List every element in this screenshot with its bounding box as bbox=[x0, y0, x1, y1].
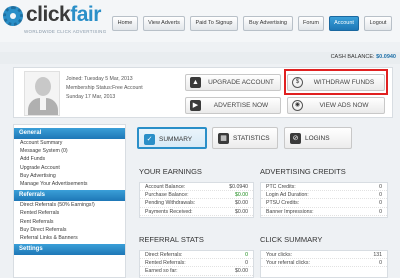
tab-logins[interactable]: ⊘ LOGINS bbox=[284, 127, 352, 149]
stat-row: PTSU Credits: 0 bbox=[261, 199, 387, 208]
earnings-box: Account Balance: $0.0940 Purchase Balance… bbox=[139, 182, 254, 218]
sidebar-item-account-summary[interactable]: Account Summary bbox=[14, 139, 125, 147]
nav-logout[interactable]: Logout bbox=[364, 16, 392, 31]
stat-row: Account Balance: $0.0940 bbox=[140, 183, 253, 192]
sidebar-section-general: General bbox=[14, 128, 125, 139]
click-summary-title: CLICK SUMMARY bbox=[260, 235, 323, 244]
gear-logo-icon bbox=[3, 6, 23, 26]
stat-row: PTC Credits: 0 bbox=[261, 183, 387, 192]
cash-balance: CASH BALANCE: $0.0940 bbox=[330, 54, 396, 60]
sidebar-item-buy-direct-referrals[interactable]: Buy Direct Referrals bbox=[14, 226, 125, 234]
current-date: Sunday 17 Mar, 2013 bbox=[66, 94, 116, 100]
withdraw-highlight-box bbox=[284, 69, 388, 95]
sidebar-item-upgrade-account[interactable]: Upgrade Account bbox=[14, 164, 125, 172]
stat-row: Payments Received: $0.00 bbox=[140, 208, 253, 216]
click-summary-box: Your clicks: 131 Your referral clicks: 0 bbox=[260, 250, 388, 278]
nav-account[interactable]: Account bbox=[329, 16, 359, 31]
credits-title: ADVERTISING CREDITS bbox=[260, 167, 346, 176]
stat-row: Your referral clicks: 0 bbox=[261, 259, 387, 268]
logins-icon: ⊘ bbox=[290, 133, 301, 144]
sidebar-section-referrals: Referrals bbox=[14, 190, 125, 202]
tab-summary[interactable]: ✓ SUMMARY bbox=[137, 127, 207, 149]
check-icon: ✓ bbox=[144, 134, 155, 145]
stat-row: Direct Referrals: 0 bbox=[140, 251, 253, 260]
statistics-icon: ▦ bbox=[218, 133, 229, 144]
stat-row: Rented Referrals: 0 bbox=[140, 259, 253, 268]
sidebar-item-referral-links[interactable]: Referral Links & Banners bbox=[14, 234, 125, 242]
header: clickfair WORLDWIDE CLICK ADVERTISING Ho… bbox=[0, 0, 400, 42]
sidebar-item-rented-referrals[interactable]: Rented Referrals bbox=[14, 209, 125, 217]
upgrade-account-button[interactable]: ▲ UPGRADE ACCOUNT bbox=[185, 74, 281, 91]
stat-row: Earned so far: $0.00 bbox=[140, 267, 253, 276]
balance-bar: CASH BALANCE: $0.0940 bbox=[0, 52, 400, 64]
cash-balance-value: $0.0940 bbox=[376, 54, 396, 60]
main-nav: Home View Adverts Paid To Signup Buy Adv… bbox=[112, 16, 397, 31]
profile-info: Joined: Tuesday 5 Mar, 2013 Membership S… bbox=[66, 75, 143, 102]
earnings-title: YOUR EARNINGS bbox=[139, 167, 202, 176]
credits-box: PTC Credits: 0 Login Ad Duration: 0 PTSU C… bbox=[260, 182, 388, 218]
view-ads-now-button[interactable]: ◉ VIEW ADS NOW bbox=[287, 97, 385, 114]
advertise-now-button[interactable]: ▶ ADVERTISE NOW bbox=[185, 97, 281, 114]
nav-home[interactable]: Home bbox=[112, 16, 138, 31]
sidebar-item-direct-referrals[interactable]: Direct Referrals (50% Earnings!) bbox=[14, 201, 125, 209]
joined-date: Joined: Tuesday 5 Mar, 2013 bbox=[66, 76, 133, 82]
advertise-icon: ▶ bbox=[190, 100, 201, 111]
sidebar-item-message-system[interactable]: Message System (0) bbox=[14, 147, 125, 155]
logo[interactable]: clickfair bbox=[26, 3, 101, 27]
eye-icon: ◉ bbox=[292, 100, 303, 111]
nav-buy-advertising[interactable]: Buy Advertising bbox=[243, 16, 293, 31]
sidebar-item-manage-ads[interactable]: Manage Your Advertisements bbox=[14, 180, 125, 188]
sidebar-item-add-funds[interactable]: Add Funds bbox=[14, 155, 125, 163]
referral-stats-title: REFERRAL STATS bbox=[139, 235, 204, 244]
stat-row: Pending Withdrawals: $0.00 bbox=[140, 199, 253, 208]
membership-status: Membership Status:Free Account bbox=[66, 85, 143, 91]
stat-row: Purchase Balance: $0.00 bbox=[140, 191, 253, 200]
sidebar-section-settings: Settings bbox=[14, 244, 125, 256]
sidebar-item-rent-referrals[interactable]: Rent Referrals bbox=[14, 218, 125, 226]
logo-tagline: WORLDWIDE CLICK ADVERTISING bbox=[24, 29, 107, 34]
referral-stats-box: Direct Referrals: 0 Rented Referrals: 0 Ea… bbox=[139, 250, 254, 278]
avatar bbox=[24, 71, 60, 116]
sidebar-item-buy-advertising[interactable]: Buy Advertising bbox=[14, 172, 125, 180]
tab-statistics[interactable]: ▦ STATISTICS bbox=[212, 127, 278, 149]
nav-view-adverts[interactable]: View Adverts bbox=[143, 16, 185, 31]
sidebar: General Account Summary Message System (… bbox=[13, 124, 126, 278]
nav-paid-to-signup[interactable]: Paid To Signup bbox=[190, 16, 238, 31]
stat-row: Banner Impressions: 0 bbox=[261, 208, 387, 216]
stat-row: Your clicks: 131 bbox=[261, 251, 387, 260]
stat-row: Login Ad Duration: 0 bbox=[261, 191, 387, 200]
nav-forum[interactable]: Forum bbox=[298, 16, 324, 31]
upgrade-icon: ▲ bbox=[190, 77, 201, 88]
